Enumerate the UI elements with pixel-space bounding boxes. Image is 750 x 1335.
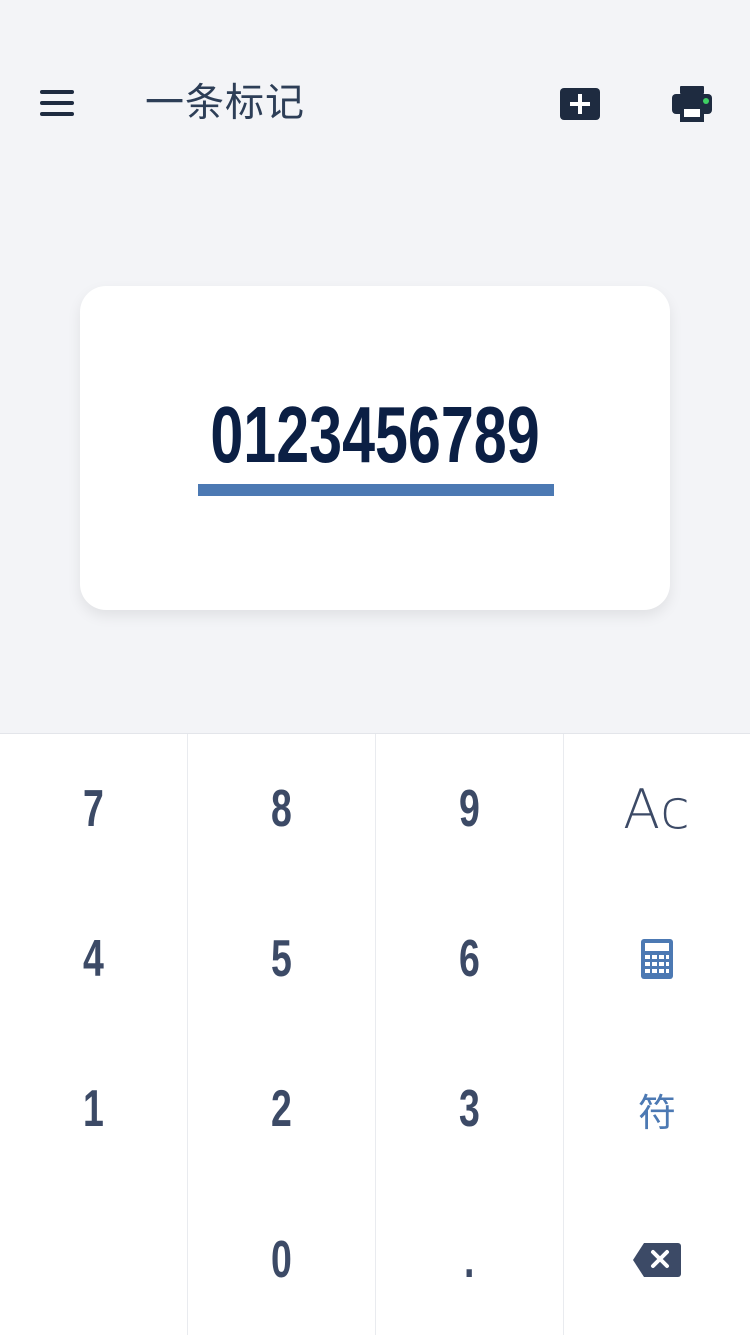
hamburger-menu-icon (40, 90, 74, 116)
key-label: 符 (637, 1090, 676, 1135)
number-display: 0123456789 (210, 390, 540, 479)
key-5[interactable]: 5 (188, 884, 375, 1034)
keypad: 7 8 9 Ac 4 5 6 1 2 3 符 0 . (0, 733, 750, 1335)
print-button[interactable] (670, 84, 714, 124)
key-0[interactable]: 0 (188, 1184, 375, 1335)
printer-icon (672, 86, 712, 122)
menu-button[interactable] (38, 88, 76, 118)
key-label: 5 (271, 930, 292, 988)
key-9[interactable]: 9 (376, 734, 563, 884)
key-label: 3 (459, 1080, 480, 1138)
key-label: 4 (83, 930, 104, 988)
key-label: 7 (83, 780, 104, 838)
key-1[interactable]: 1 (0, 1034, 187, 1184)
number-underline (198, 484, 554, 496)
key-calculator[interactable] (564, 884, 750, 1034)
add-button[interactable] (558, 86, 602, 122)
key-decimal[interactable]: . (376, 1184, 563, 1335)
top-bar: 一条标记 (0, 0, 750, 210)
key-label: 1 (83, 1080, 104, 1138)
key-4[interactable]: 4 (0, 884, 187, 1034)
key-8[interactable]: 8 (188, 734, 375, 884)
key-label: . (464, 1230, 475, 1289)
calculator-icon (641, 939, 673, 979)
key-3[interactable]: 3 (376, 1034, 563, 1184)
key-7[interactable]: 7 (0, 734, 187, 884)
plus-box-icon (560, 88, 600, 120)
key-empty (0, 1184, 187, 1335)
key-symbol[interactable]: 符 (564, 1034, 750, 1184)
page-title: 一条标记 (145, 81, 306, 126)
key-label: 0 (271, 1230, 292, 1289)
key-label: 2 (271, 1080, 292, 1138)
key-label: 9 (459, 780, 480, 838)
key-backspace[interactable] (564, 1184, 750, 1335)
key-label: 8 (271, 780, 292, 838)
key-label: Ac (623, 777, 691, 841)
key-label: 6 (459, 930, 480, 988)
key-ac[interactable]: Ac (564, 734, 750, 884)
key-2[interactable]: 2 (188, 1034, 375, 1184)
key-6[interactable]: 6 (376, 884, 563, 1034)
backspace-icon (633, 1242, 681, 1277)
